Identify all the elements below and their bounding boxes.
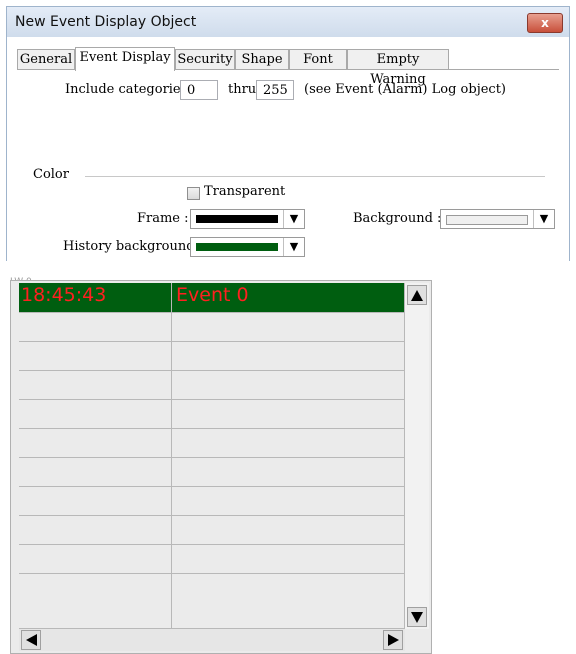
frame-color-swatch xyxy=(196,215,278,223)
tab-event-display[interactable]: Event Display xyxy=(75,47,175,71)
tab-general[interactable]: General xyxy=(17,49,75,70)
table-row[interactable] xyxy=(19,545,405,574)
tab-security[interactable]: Security xyxy=(175,49,235,70)
table-row[interactable] xyxy=(19,516,405,545)
arrow-down-icon[interactable] xyxy=(407,607,427,627)
tab-font[interactable]: Font xyxy=(289,49,347,70)
chevron-down-icon[interactable]: ▼ xyxy=(283,238,304,256)
history-background-color-select[interactable]: ▼ xyxy=(190,237,305,257)
event-time-cell xyxy=(19,313,172,342)
arrow-up-icon[interactable] xyxy=(407,285,427,305)
event-time-cell xyxy=(19,487,172,516)
event-time-cell xyxy=(19,400,172,429)
event-time-cell xyxy=(19,574,172,629)
event-time-cell: 18:45:43 xyxy=(19,283,172,313)
arrow-right-icon[interactable] xyxy=(383,630,403,650)
background-label: Background : xyxy=(353,211,442,226)
table-row[interactable] xyxy=(19,487,405,516)
event-display-preview: 18:45:43 Event 0 xyxy=(10,280,432,654)
frame-label: Frame : xyxy=(137,211,189,226)
background-color-swatch xyxy=(446,215,528,225)
frame-color-select[interactable]: ▼ xyxy=(190,209,305,229)
history-color-swatch xyxy=(196,243,278,251)
event-text-cell: Event 0 xyxy=(172,283,405,313)
vertical-scrollbar[interactable] xyxy=(405,283,429,629)
event-time-cell xyxy=(19,458,172,487)
table-row[interactable] xyxy=(19,574,405,629)
title-bar: New Event Display Object x xyxy=(7,7,569,37)
event-text-cell xyxy=(172,342,405,371)
table-row[interactable] xyxy=(19,429,405,458)
event-text-cell xyxy=(172,487,405,516)
event-text-cell xyxy=(172,458,405,487)
event-time-cell xyxy=(19,371,172,400)
table-row[interactable] xyxy=(19,400,405,429)
event-text-cell xyxy=(172,516,405,545)
event-table: 18:45:43 Event 0 xyxy=(19,283,405,629)
event-time-cell xyxy=(19,429,172,458)
arrow-left-icon[interactable] xyxy=(21,630,41,650)
event-text-cell xyxy=(172,371,405,400)
horizontal-scrollbar[interactable] xyxy=(19,629,405,651)
table-row[interactable]: 18:45:43 Event 0 xyxy=(19,283,405,313)
transparent-checkbox[interactable] xyxy=(187,187,200,200)
event-text-cell xyxy=(172,313,405,342)
window-title: New Event Display Object xyxy=(15,14,197,30)
color-group-divider xyxy=(85,176,545,177)
include-categories-label: Include categories : xyxy=(65,82,196,97)
close-icon: x xyxy=(541,16,549,30)
event-time-cell xyxy=(19,342,172,371)
table-row[interactable] xyxy=(19,342,405,371)
thru-label: thru xyxy=(228,82,257,97)
chevron-down-icon[interactable]: ▼ xyxy=(533,210,554,228)
tab-empty-warning[interactable]: Empty Warning xyxy=(347,49,449,87)
category-to-field[interactable]: 255 xyxy=(256,80,294,100)
event-text-cell xyxy=(172,574,405,629)
event-display-dialog: New Event Display Object x General Event… xyxy=(6,6,570,261)
close-button[interactable]: x xyxy=(527,13,563,33)
table-row[interactable] xyxy=(19,458,405,487)
color-group-label: Color xyxy=(33,167,69,182)
event-text-cell xyxy=(172,400,405,429)
history-background-label: History background : xyxy=(63,239,204,254)
transparent-label: Transparent xyxy=(204,184,286,199)
event-time-cell xyxy=(19,516,172,545)
tab-shape[interactable]: Shape xyxy=(235,49,289,70)
chevron-down-icon[interactable]: ▼ xyxy=(283,210,304,228)
event-text-cell xyxy=(172,545,405,574)
category-hint: (see Event (Alarm) Log object) xyxy=(304,82,506,97)
background-color-select[interactable]: ▼ xyxy=(440,209,555,229)
table-row[interactable] xyxy=(19,313,405,342)
event-time-cell xyxy=(19,545,172,574)
category-from-field[interactable]: 0 xyxy=(180,80,218,100)
event-text-cell xyxy=(172,429,405,458)
table-row[interactable] xyxy=(19,371,405,400)
